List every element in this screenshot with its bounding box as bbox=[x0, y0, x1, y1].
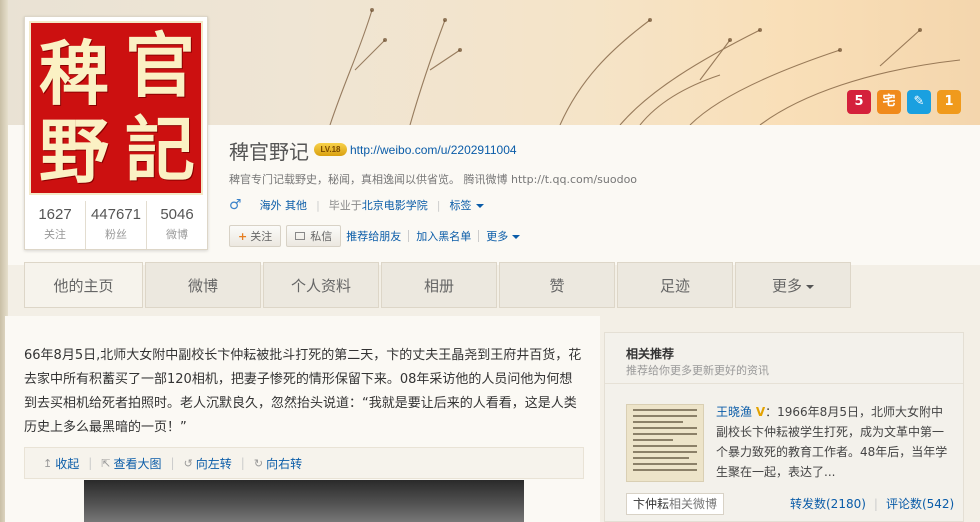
follow-button[interactable]: + 关注 bbox=[229, 225, 282, 247]
profile-intro: 稗官专门记载野史，秘闻，真相逸闻以供省览。 腾讯微博 http://t.qq.c… bbox=[229, 173, 638, 186]
collapse-button[interactable]: ↥ 收起 bbox=[43, 455, 79, 472]
profile-name: 稗官野记 bbox=[229, 140, 309, 164]
post-text: 66年8月5日,北师大女附中副校长卞仲耘被批斗打死的第二天，卞的丈夫王晶尧到王府… bbox=[24, 348, 582, 435]
related-item-text: 王晓渔 V：1966年8月5日，北师大女附中副校长卞仲耘被学生打死，成为文革中第… bbox=[716, 402, 950, 482]
profile-stats: 1627 关注 447671 粉丝 5046 微博 bbox=[25, 201, 207, 249]
divider bbox=[605, 383, 963, 384]
avatar-char: 記 bbox=[125, 108, 195, 191]
mail-icon bbox=[295, 232, 306, 240]
tags-dropdown[interactable]: 标签 bbox=[450, 197, 484, 213]
tab-more[interactable]: 更多 bbox=[735, 262, 851, 308]
stat-followers[interactable]: 447671 粉丝 bbox=[86, 201, 147, 249]
divider bbox=[478, 230, 480, 242]
recommend-link[interactable]: 推荐给朋友 bbox=[346, 228, 401, 244]
divider: | bbox=[873, 497, 878, 511]
plus-icon: + bbox=[238, 229, 248, 243]
collapse-label: 收起 bbox=[55, 456, 80, 471]
stat-label: 粉丝 bbox=[105, 228, 127, 241]
avatar[interactable]: 官 稗 記 野 bbox=[29, 21, 203, 195]
tab-footprints[interactable]: 足迹 bbox=[617, 262, 733, 308]
view-large-button[interactable]: ⇱ 查看大图 bbox=[101, 455, 161, 472]
related-thumbnail[interactable] bbox=[626, 404, 704, 482]
profile-actions: + 关注 私信 推荐给朋友 加入黑名单 更多 bbox=[229, 225, 527, 247]
profile-url-link[interactable]: http://weibo.com/u/2202911004 bbox=[350, 143, 517, 157]
avatar-char: 野 bbox=[39, 110, 109, 193]
home-icon[interactable]: 宅 bbox=[877, 90, 901, 114]
message-button[interactable]: 私信 bbox=[286, 225, 342, 247]
rotate-right-button[interactable]: ↻ 向右转 bbox=[254, 455, 302, 472]
stat-following[interactable]: 1627 关注 bbox=[25, 201, 86, 249]
divider: | bbox=[88, 456, 93, 470]
medal-icon[interactable]: 1 bbox=[937, 90, 961, 114]
divider: | bbox=[170, 456, 175, 470]
blacklist-link[interactable]: 加入黑名单 bbox=[416, 228, 471, 244]
reposts-link[interactable]: 转发数(2180) bbox=[790, 497, 866, 511]
related-stats: 转发数(2180) | 评论数(542) bbox=[790, 495, 954, 512]
follow-label: 关注 bbox=[250, 230, 273, 243]
avatar-card: 官 稗 記 野 1627 关注 447671 粉丝 5046 微博 bbox=[24, 16, 208, 250]
related-subtitle: 推荐给你更多更新更好的资讯 bbox=[626, 364, 769, 377]
more-actions-dropdown[interactable]: 更多 bbox=[486, 228, 521, 244]
tab-weibo[interactable]: 微博 bbox=[145, 262, 261, 308]
tab-home[interactable]: 他的主页 bbox=[24, 262, 143, 308]
chevron-down-icon bbox=[475, 204, 484, 208]
school-link[interactable]: 北京电影学院 bbox=[362, 197, 428, 213]
stat-posts[interactable]: 5046 微博 bbox=[147, 201, 207, 249]
divider bbox=[408, 230, 410, 242]
tag-main: 卞仲耘 bbox=[633, 497, 670, 511]
related-topic-tag[interactable]: 卞仲耘相关微博 bbox=[626, 493, 725, 515]
avatar-char: 官 bbox=[125, 24, 195, 107]
education-prefix: 毕业于 bbox=[328, 199, 362, 212]
tab-album[interactable]: 相册 bbox=[381, 262, 497, 308]
download-icon[interactable]: 5 bbox=[847, 90, 871, 114]
tab-more-label: 更多 bbox=[771, 277, 802, 295]
tab-profile-info[interactable]: 个人资料 bbox=[263, 262, 379, 308]
profile-tabs: 他的主页 微博 个人资料 相册 赞 足迹 更多 bbox=[24, 262, 853, 308]
rotate-right-icon: ↻ bbox=[253, 456, 264, 470]
rotate-left-icon: ↺ bbox=[183, 456, 193, 470]
app-icon[interactable]: ✎ bbox=[907, 90, 931, 114]
collapse-icon: ↥ bbox=[43, 456, 53, 470]
divider: | bbox=[436, 198, 441, 212]
tags-label: 标签 bbox=[449, 199, 472, 212]
message-label: 私信 bbox=[310, 230, 333, 243]
stat-number: 5046 bbox=[160, 206, 194, 223]
chevron-down-icon bbox=[806, 284, 814, 289]
verified-badge: V bbox=[755, 405, 766, 419]
chevron-down-icon bbox=[512, 235, 521, 239]
top-icon-bar: 5 宅 ✎ 1 bbox=[847, 90, 961, 114]
tab-likes[interactable]: 赞 bbox=[499, 262, 615, 308]
tag-sub: 相关微博 bbox=[669, 497, 718, 511]
stat-label: 关注 bbox=[44, 228, 66, 241]
stat-number: 1627 bbox=[38, 206, 72, 223]
image-toolbar: ↥ 收起 | ⇱ 查看大图 | ↺ 向左转 | ↻ 向右转 bbox=[24, 447, 584, 479]
comments-link[interactable]: 评论数(542) bbox=[886, 497, 954, 511]
view-large-label: 查看大图 bbox=[113, 456, 162, 471]
level-badge[interactable]: LV.18 bbox=[314, 143, 347, 156]
stat-label: 微博 bbox=[166, 228, 188, 241]
stat-number: 447671 bbox=[90, 206, 142, 223]
more-label: 更多 bbox=[486, 230, 509, 243]
post-photo[interactable] bbox=[84, 480, 524, 522]
divider: | bbox=[240, 456, 245, 470]
male-icon: ♂ bbox=[229, 197, 242, 213]
expand-icon: ⇱ bbox=[101, 456, 111, 470]
rotate-left-button[interactable]: ↺ 向左转 bbox=[184, 455, 232, 472]
related-title: 相关推荐 bbox=[626, 347, 675, 361]
avatar-char: 稗 bbox=[39, 32, 109, 115]
location-link[interactable]: 海外 其他 bbox=[260, 197, 308, 213]
profile-meta: ♂ 海外 其他 | 毕业于 北京电影学院 | 标签 bbox=[229, 197, 484, 213]
rotate-right-label: 向右转 bbox=[266, 456, 303, 471]
divider: | bbox=[316, 198, 320, 212]
related-user-link[interactable]: 王晓渔 bbox=[716, 405, 752, 419]
rotate-left-label: 向左转 bbox=[195, 456, 232, 471]
